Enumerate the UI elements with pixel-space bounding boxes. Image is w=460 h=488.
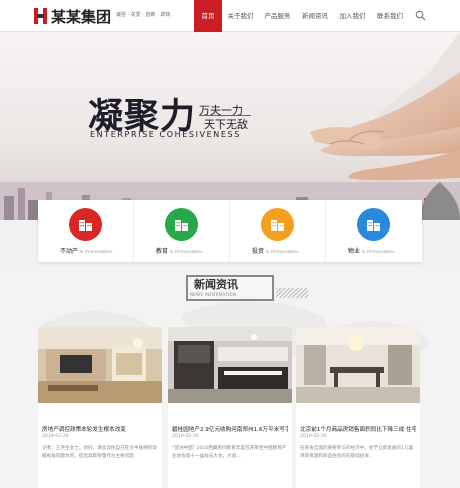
nav-item-about[interactable]: 关于我们 — [222, 0, 259, 32]
nav-item-join[interactable]: 加入我们 — [334, 0, 371, 32]
nav-item-home[interactable]: 首页 — [194, 0, 222, 32]
feature-cards: 不动产 & Immovables 教育 & Immovables 投资 & Immov… — [38, 200, 422, 262]
nav-item-news[interactable]: 新闻资讯 — [296, 0, 334, 32]
news-card[interactable]: 碧桂园地产2.9亿元收购河南郑州1.6万平米写字楼... 2019-02-26 … — [168, 327, 292, 488]
news-excerpt: 在某省全国的重要参与的经济中，给予立即发展的1儿童项目资源和商品住房的的基础投资… — [300, 446, 414, 459]
card-icon-circle — [357, 208, 390, 241]
hands-together-image — [310, 32, 460, 220]
logo[interactable]: 某某集团 — [34, 6, 111, 26]
news-image-living-room — [38, 327, 162, 403]
news-headline[interactable]: 房地产调控政策本轮发生根本改变 — [42, 425, 158, 433]
card-label: 投资 & Immovables — [252, 248, 299, 255]
card-real-estate[interactable]: 不动产 & Immovables — [38, 200, 134, 262]
news-date: 2019-02-26 — [42, 434, 69, 439]
news-image-kitchen — [168, 327, 292, 403]
card-education[interactable]: 教育 & Immovables — [134, 200, 230, 262]
slogan: 诚信 · 关爱 · 创新 · 卓效 — [116, 12, 171, 18]
news-date: 2019-02-26 — [172, 434, 199, 439]
card-icon-circle — [261, 208, 294, 241]
site-header: 某某集团 诚信 · 关爱 · 创新 · 卓效 首页 关于我们 产品服务 新闻资讯… — [0, 0, 460, 32]
news-section-english: NEWS INFORMATION — [190, 292, 237, 297]
logo-mark-icon — [34, 7, 48, 25]
main-nav: 首页 关于我们 产品服务 新闻资讯 加入我们 联系我们 — [194, 0, 409, 32]
news-card[interactable]: 北京前1个月商品房销售面积同比下降三成 住宅... 2019-02-26 在某省… — [296, 327, 420, 488]
card-icon-circle — [165, 208, 198, 241]
card-label: 教育 & Immovables — [156, 248, 203, 255]
card-property[interactable]: 物业 & Immovables — [326, 200, 422, 262]
card-label: 物业 & Immovables — [348, 248, 395, 255]
card-label: 不动产 & Immovables — [60, 248, 113, 255]
search-icon[interactable] — [415, 10, 426, 21]
logo-text: 某某集团 — [51, 7, 112, 26]
building-icon — [175, 220, 188, 231]
nav-item-products[interactable]: 产品服务 — [259, 0, 296, 32]
news-headline[interactable]: 北京前1个月商品房销售面积同比下降三成 住宅... — [300, 425, 416, 433]
building-icon — [79, 220, 92, 231]
nav-item-contact[interactable]: 联系我们 — [371, 0, 409, 32]
news-headline[interactable]: 碧桂园地产2.9亿元收购河南郑州1.6万平米写字楼... — [172, 425, 288, 433]
banner-english: ENTERPRISE COHESIVENESS — [90, 130, 241, 139]
hero-banner: 凝聚力 万夫一力 天下无敌 ENTERPRISE COHESIVENESS — [0, 32, 460, 220]
decorative-stripes — [276, 288, 308, 298]
building-icon — [271, 220, 284, 231]
news-section-title: 新闻资讯 — [194, 278, 238, 291]
news-card[interactable]: 房地产调控政策本轮发生根本改变 2019-02-26 记者：王洪生女士，你好。请… — [38, 327, 162, 488]
news-image-dining-room — [296, 327, 420, 403]
card-investment[interactable]: 投资 & Immovables — [230, 200, 326, 262]
news-date: 2019-02-26 — [300, 434, 327, 439]
card-icon-circle — [69, 208, 102, 241]
building-icon — [367, 220, 380, 231]
news-excerpt: “亚洲中国” 2016西藏民间教育年度召开降至中国教育产业协会第十一届会员大会，… — [172, 446, 287, 459]
news-excerpt: 记者：王洪生女士，你好。请谈谈你自己在文中独特的观察视角问题为何，提出高级管理作… — [42, 446, 157, 459]
